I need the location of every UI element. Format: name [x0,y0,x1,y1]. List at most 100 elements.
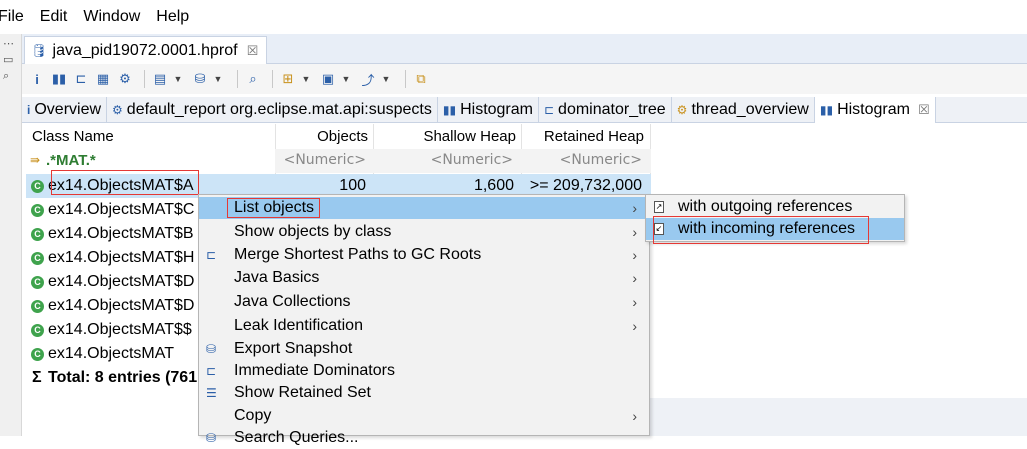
shallow-heap-value: 1,600 [473,177,514,194]
tab-histogram[interactable]: ▮▮ Histogram [438,97,539,123]
chevron-right-icon: › [632,200,637,216]
menu-edit[interactable]: Edit [32,8,76,26]
class-name: ex14.ObjectsMAT [48,345,174,362]
search-icon[interactable]: ⌕ [3,70,17,82]
chevron-right-icon: › [632,247,637,263]
histogram-icon: ▮▮ [819,103,834,117]
calculate-retained-icon[interactable]: ▣ [319,68,337,90]
thread-icon[interactable]: ⚙ [116,68,134,90]
class-icon: C [31,347,44,361]
toolbar: i ▮▮ ⊏ ▦ ⚙ ▤ ▼ ⛁ ▼ ⌕ ⊞ ▼ ▣ ▼ ⤴ ▼ ⧉ [22,64,1027,94]
export-icon[interactable]: ⤴ [359,68,377,90]
tab-dominator-tree[interactable]: ⊏ dominator_tree [539,97,672,123]
group-by-icon[interactable]: ⊞ [279,68,297,90]
find-object-icon[interactable]: ⌕ [244,68,262,90]
query-browser-icon[interactable]: ⛁ [191,68,209,90]
class-name: ex14.ObjectsMAT$D [48,297,195,314]
menu-item-search-queries[interactable]: ⛁ Search Queries... [199,427,649,449]
menu-item-leak-identification[interactable]: Leak Identification › [199,315,649,337]
class-icon: C [31,275,44,289]
dominator-tree-icon: ⊏ [543,103,555,117]
shallow-filter-input[interactable]: <Numeric> [381,152,513,168]
class-icon: C [31,179,44,193]
chevron-right-icon: › [632,294,637,310]
toolbar-separator [405,70,406,88]
chevron-down-icon[interactable]: ▼ [213,68,223,90]
sum-icon: Σ [32,369,42,386]
menu-item-label: Export Snapshot [234,340,353,357]
menu-help[interactable]: Help [148,8,197,26]
menu-item-outgoing-references[interactable]: ↗ with outgoing references [646,196,904,218]
restore-view-icon[interactable]: ▭ [3,54,17,66]
menu-item-immediate-dominators[interactable]: ⊏ Immediate Dominators [199,360,649,382]
close-icon[interactable]: ☒ [918,102,930,118]
menu-item-show-objects-by-class[interactable]: Show objects by class › [199,221,649,243]
chevron-right-icon: › [632,224,637,240]
thread-icon: ⚙ [676,103,688,117]
annotation-box-list-objects [227,198,320,218]
tab-label: Overview [34,101,102,118]
dominator-tree-icon[interactable]: ⊏ [72,68,90,90]
menu-item-java-basics[interactable]: Java Basics › [199,267,649,289]
tab-histogram-active[interactable]: ▮▮ Histogram ☒ [814,97,936,123]
chevron-down-icon[interactable]: ▼ [301,68,311,90]
menu-window[interactable]: Window [75,8,148,26]
menu-item-copy[interactable]: Copy › [199,405,649,427]
context-menu: List objects › Show objects by class › ⊏… [198,194,650,446]
close-icon[interactable]: ☒ [247,43,259,59]
tab-label: thread_overview [691,101,809,118]
chevron-down-icon[interactable]: ▼ [381,68,391,90]
run-report-icon[interactable]: ▤ [151,68,169,90]
retained-heap-value: >= 209,732,000 [529,177,642,194]
tab-overview[interactable]: i Overview [22,97,108,123]
menu-item-label: with outgoing references [678,198,853,215]
class-icon: C [31,299,44,313]
outgoing-references-icon: ↗ [654,201,664,213]
menu-item-show-retained-set[interactable]: ☰ Show Retained Set [199,382,649,404]
chevron-right-icon: › [632,408,637,424]
tab-default-report[interactable]: ⚙ default_report org.eclipse.mat.api:sus… [107,97,438,123]
class-icon: C [31,203,44,217]
info-icon: i [27,103,31,117]
toolbar-separator [237,70,238,88]
toolbar-separator [144,70,145,88]
histogram-icon[interactable]: ▮▮ [50,68,68,90]
column-header-class-name[interactable]: Class Name [32,124,114,149]
report-icon: ⚙ [112,103,123,117]
compare-icon[interactable]: ⧉ [412,68,430,90]
menu-item-label: Leak Identification [234,317,363,334]
menu-item-label: Show Retained Set [234,384,371,401]
retained-filter-input[interactable]: <Numeric> [526,152,642,168]
chevron-down-icon[interactable]: ▼ [341,68,351,90]
menu-item-label: Merge Shortest Paths to GC Roots [234,246,482,263]
editor-tab-bar: 🛢 java_pid19072.0001.hprof ☒ [22,34,1027,64]
objects-value: 100 [339,177,366,194]
class-icon: C [31,323,44,337]
left-side-strip: ⋯ ▭ ⌕ [0,34,22,436]
chevron-right-icon: › [632,270,637,286]
tab-thread-overview[interactable]: ⚙ thread_overview [672,97,815,123]
toolbar-separator [272,70,273,88]
menu-item-export-snapshot[interactable]: ⛁ Export Snapshot [199,338,649,360]
class-name: ex14.ObjectsMAT$$ [48,321,192,338]
restore-icon[interactable]: ⋯ [3,38,17,50]
column-header-shallow-heap[interactable]: Shallow Heap [376,124,516,149]
class-name: ex14.ObjectsMAT$D [48,273,195,290]
column-header-retained-heap[interactable]: Retained Heap [524,124,644,149]
menu-item-label: Java Basics [234,269,320,286]
column-header-objects[interactable]: Objects [276,124,368,149]
editor-tab-hprof[interactable]: 🛢 java_pid19072.0001.hprof ☒ [24,36,268,64]
database-icon: ⛁ [206,342,217,356]
tab-label: dominator_tree [558,101,666,118]
oql-icon[interactable]: ▦ [94,68,112,90]
menu-item-java-collections[interactable]: Java Collections › [199,291,649,313]
info-icon[interactable]: i [28,68,46,90]
menu-item-label: Immediate Dominators [234,362,395,379]
chevron-down-icon[interactable]: ▼ [173,68,183,90]
objects-filter-input[interactable]: <Numeric> [281,152,366,168]
tab-label: Histogram [460,101,533,118]
retained-set-icon: ☰ [206,386,217,400]
menu-item-merge-shortest-paths[interactable]: ⊏ Merge Shortest Paths to GC Roots › [199,244,649,266]
regex-filter-input[interactable]: .*MAT.* [46,152,96,169]
menu-file[interactable]: File [0,8,32,26]
